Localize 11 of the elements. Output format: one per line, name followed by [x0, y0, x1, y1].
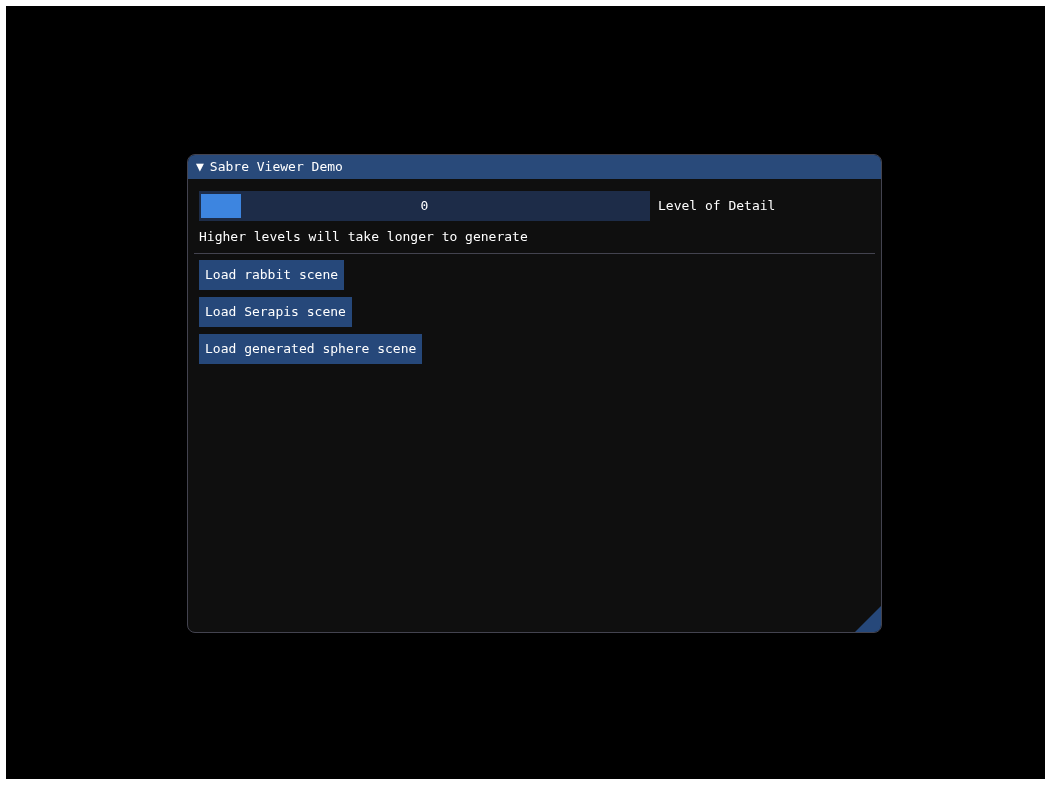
slider-thumb[interactable]: [201, 194, 241, 218]
slider-track[interactable]: 0: [199, 191, 650, 221]
window-title: Sabre Viewer Demo: [209, 158, 343, 177]
load-scene-button[interactable]: Load generated sphere scene: [199, 333, 423, 364]
resize-grip[interactable]: [855, 606, 881, 632]
hint-text: Higher levels will take longer to generate: [199, 228, 529, 246]
load-scene-button[interactable]: Load rabbit scene: [199, 259, 345, 290]
collapse-toggle[interactable]: ▼: [196, 157, 204, 177]
slider-value: 0: [420, 197, 429, 216]
slider-label: Level of Detail: [658, 197, 776, 216]
load-scene-button[interactable]: Load Serapis scene: [199, 296, 352, 327]
